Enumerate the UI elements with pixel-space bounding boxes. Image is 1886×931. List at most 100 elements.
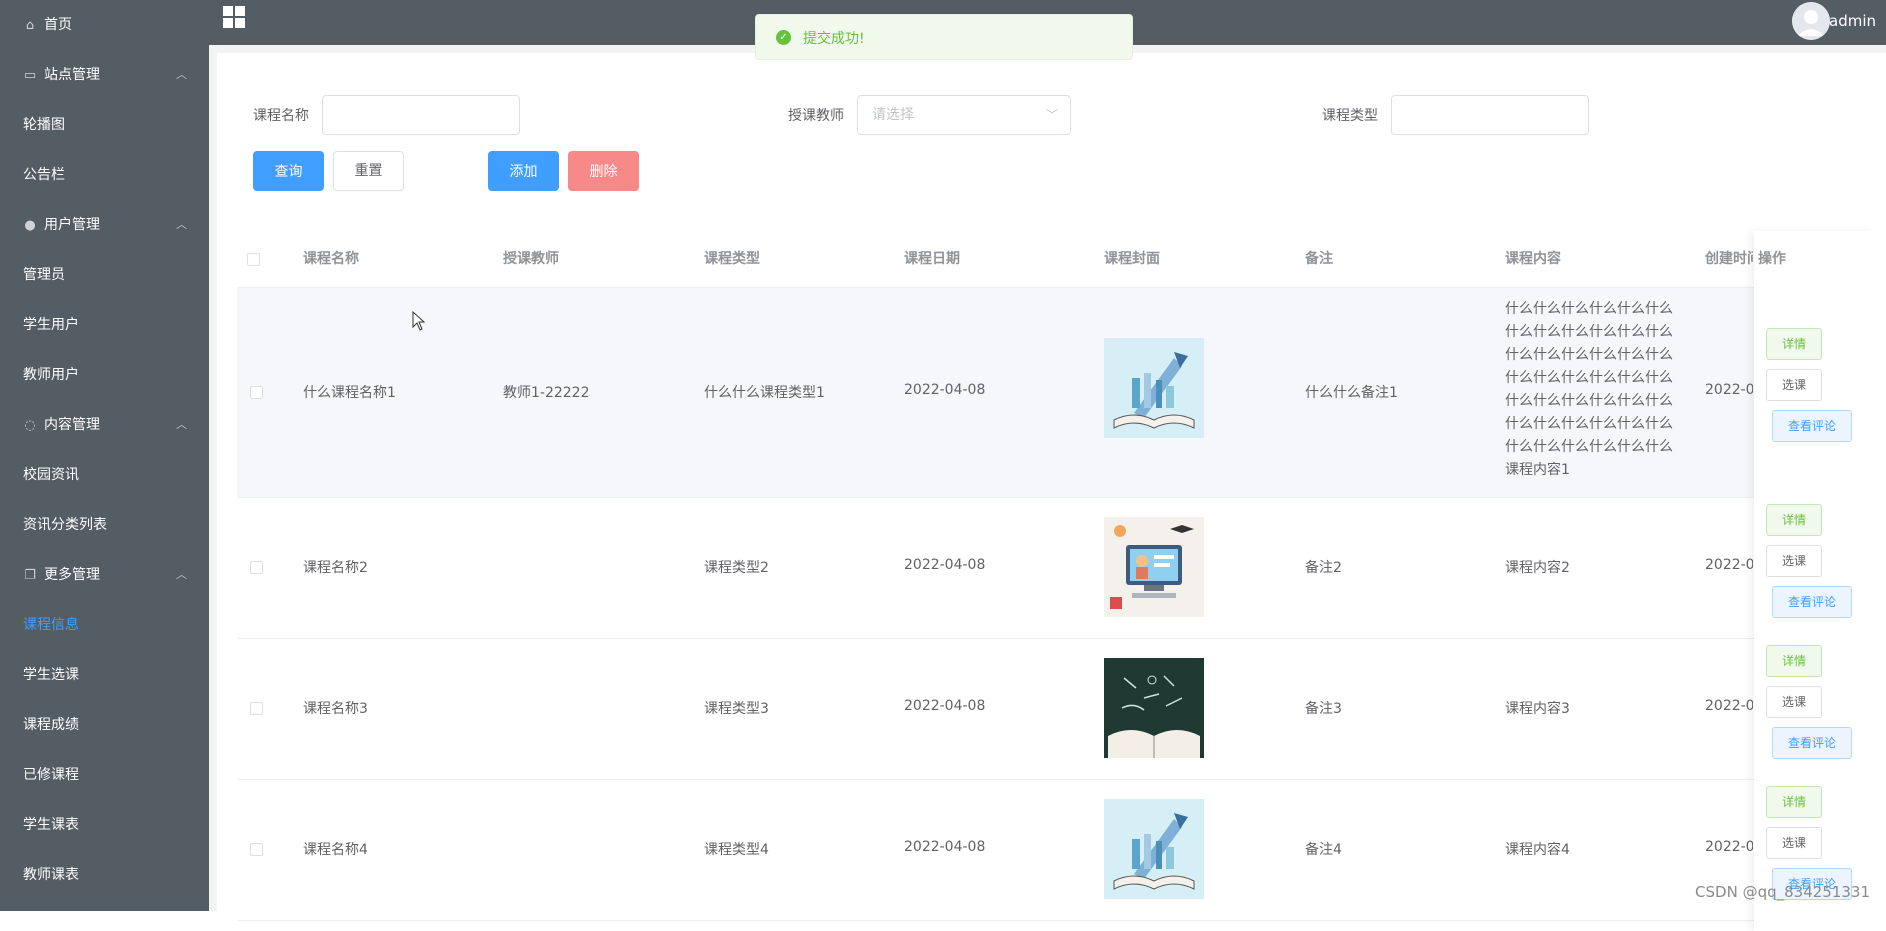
avatar-person-icon: [1792, 2, 1830, 40]
sidebar-item-course-info[interactable]: 课程信息: [0, 600, 209, 650]
sidebar-group-content[interactable]: ◌ 内容管理 ︿: [0, 400, 209, 450]
row-checkbox[interactable]: [250, 702, 263, 715]
select-course-button[interactable]: 选课: [1766, 545, 1822, 577]
detail-button[interactable]: 详情: [1766, 504, 1822, 536]
select-course-button[interactable]: 选课: [1766, 827, 1822, 859]
column-header: 课程名称: [303, 251, 359, 267]
course-cover-image[interactable]: [1104, 338, 1204, 438]
sidebar-item-course-grades[interactable]: 课程成绩: [0, 700, 209, 750]
cell-course-name: 什么课程名称1: [303, 385, 396, 401]
table-row[interactable]: 课程名称4 课程类型4 2022-04-08 备注4 课程内容4 2022-0: [237, 779, 1871, 921]
teacher-select-placeholder: 请选择: [872, 107, 914, 123]
cell-remark: 备注3: [1305, 701, 1342, 717]
course-cover-image[interactable]: [1104, 517, 1204, 617]
cell-created-time: 2022-0: [1705, 557, 1753, 573]
success-check-icon: ✓: [776, 30, 791, 45]
sidebar-item-students[interactable]: 学生用户: [0, 300, 209, 350]
column-header: 课程类型: [704, 251, 760, 267]
row-checkbox[interactable]: [250, 843, 263, 856]
view-comments-button[interactable]: 查看评论: [1772, 410, 1852, 442]
cell-created-time: 2022-0: [1705, 839, 1753, 855]
select-course-button[interactable]: 选课: [1766, 369, 1822, 401]
course-type-label: 课程类型: [1322, 108, 1378, 124]
teacher-select[interactable]: 请选择 ﹀: [857, 95, 1071, 135]
teacher-label: 授课教师: [788, 108, 844, 124]
sidebar-item-news-categories[interactable]: 资讯分类列表: [0, 500, 209, 550]
sidebar-item-teacher-timetable[interactable]: 教师课表: [0, 850, 209, 900]
course-name-input[interactable]: [322, 95, 520, 135]
table-row[interactable]: 课程名称3 课程类型3 2022-04-08 备注3 课程内容3 2022-0: [237, 638, 1871, 780]
cell-remark: 备注2: [1305, 560, 1342, 576]
add-button[interactable]: 添加: [488, 151, 559, 191]
chevron-up-icon: ︿: [176, 418, 187, 431]
course-cover-image[interactable]: [1104, 658, 1204, 758]
monitor-icon: ▭: [23, 68, 37, 83]
cell-course-type: 课程类型4: [704, 842, 769, 858]
watermark: CSDN @qq_834251331: [1695, 883, 1870, 901]
cell-date: 2022-04-08: [904, 382, 986, 398]
reset-button[interactable]: 重置: [333, 151, 404, 191]
cell-created-time: 2022-0: [1705, 698, 1753, 714]
user-icon: ●: [24, 218, 36, 233]
sidebar-group-label: 用户管理: [44, 217, 100, 233]
row-checkbox[interactable]: [250, 386, 263, 399]
cell-remark: 备注4: [1305, 842, 1342, 858]
cell-course-name: 课程名称3: [303, 701, 368, 717]
table-row[interactable]: 课程名称2 课程类型2 2022-04-08 备注2 课程内容2 2022-0: [237, 497, 1871, 639]
sidebar-group-label: 站点管理: [44, 67, 100, 83]
column-header: 创建时间: [1705, 251, 1753, 267]
delete-button[interactable]: 删除: [568, 151, 639, 191]
chevron-up-icon: ︿: [176, 568, 187, 581]
username[interactable]: admin: [1829, 12, 1876, 30]
chevron-down-icon: ﹀: [1045, 108, 1058, 122]
sidebar-item-completed-courses[interactable]: 已修课程: [0, 750, 209, 800]
copy-icon: ❐: [24, 568, 36, 583]
select-course-button[interactable]: 选课: [1766, 686, 1822, 718]
cell-course-name: 课程名称2: [303, 560, 368, 576]
cell-content: 课程内容4: [1505, 842, 1570, 858]
chat-icon: ◌: [24, 418, 36, 433]
avatar[interactable]: [1792, 2, 1830, 40]
book-rocket-image: [1104, 338, 1204, 438]
cell-teacher: 教师1-22222: [503, 385, 590, 401]
detail-button[interactable]: 详情: [1766, 645, 1822, 677]
sidebar-group-users[interactable]: ● 用户管理 ︿: [0, 200, 209, 250]
sidebar-item-teachers[interactable]: 教师用户: [0, 350, 209, 400]
sidebar-item-home[interactable]: ⌂ 首页: [0, 0, 209, 50]
cell-course-type: 什么什么课程类型1: [704, 385, 825, 401]
operations-column: 操作 详情 选课 查看评论 详情 选课 查看评论 详情 选课 查看评论 详情 选…: [1754, 231, 1874, 931]
cell-course-name: 课程名称4: [303, 842, 368, 858]
row-checkbox[interactable]: [250, 561, 263, 574]
cell-date: 2022-04-08: [904, 557, 986, 573]
sidebar-item-label: 首页: [44, 17, 72, 33]
content-panel: 课程名称 授课教师 请选择 ﹀ 课程类型 查询 重置 添加 删除 课程名称 授课…: [217, 53, 1886, 931]
sidebar-item-admin[interactable]: 管理员: [0, 250, 209, 300]
cell-content: 什么什么什么什么什么什么什么什么什么什么什么什么什么什么什么什么什么什么什么什么…: [1505, 301, 1673, 478]
select-all-checkbox[interactable]: [247, 253, 260, 266]
chevron-up-icon: ︿: [176, 218, 187, 231]
sidebar-item-notice[interactable]: 公告栏: [0, 150, 209, 200]
course-cover-image[interactable]: [1104, 799, 1204, 899]
computer-class-image: [1104, 517, 1204, 617]
column-header: 授课教师: [503, 251, 559, 267]
table-row[interactable]: 什么课程名称1 教师1-22222 什么什么课程类型1 2022-04-08 什…: [237, 288, 1871, 498]
view-comments-button[interactable]: 查看评论: [1772, 586, 1852, 618]
sidebar-item-course-selection[interactable]: 学生选课: [0, 650, 209, 700]
detail-button[interactable]: 详情: [1766, 786, 1822, 818]
sidebar-item-carousel[interactable]: 轮播图: [0, 100, 209, 150]
column-header: 备注: [1305, 251, 1333, 267]
chalkboard-book-image: [1104, 658, 1204, 758]
sidebar-item-news[interactable]: 校园资讯: [0, 450, 209, 500]
main-content: 课程名称 授课教师 请选择 ﹀ 课程类型 查询 重置 添加 删除 课程名称 授课…: [209, 45, 1886, 931]
detail-button[interactable]: 详情: [1766, 328, 1822, 360]
column-header: 课程内容: [1505, 251, 1561, 267]
toast-message: 提交成功!: [803, 31, 865, 47]
query-button[interactable]: 查询: [253, 151, 324, 191]
sidebar-item-student-timetable[interactable]: 学生课表: [0, 800, 209, 850]
cell-remark: 什么什么备注1: [1305, 385, 1398, 401]
cell-content: 课程内容3: [1505, 701, 1570, 717]
sidebar-group-more[interactable]: ❐ 更多管理 ︿: [0, 550, 209, 600]
course-type-input[interactable]: [1391, 95, 1589, 135]
view-comments-button[interactable]: 查看评论: [1772, 727, 1852, 759]
sidebar-group-site[interactable]: ▭ 站点管理 ︿: [0, 50, 209, 100]
